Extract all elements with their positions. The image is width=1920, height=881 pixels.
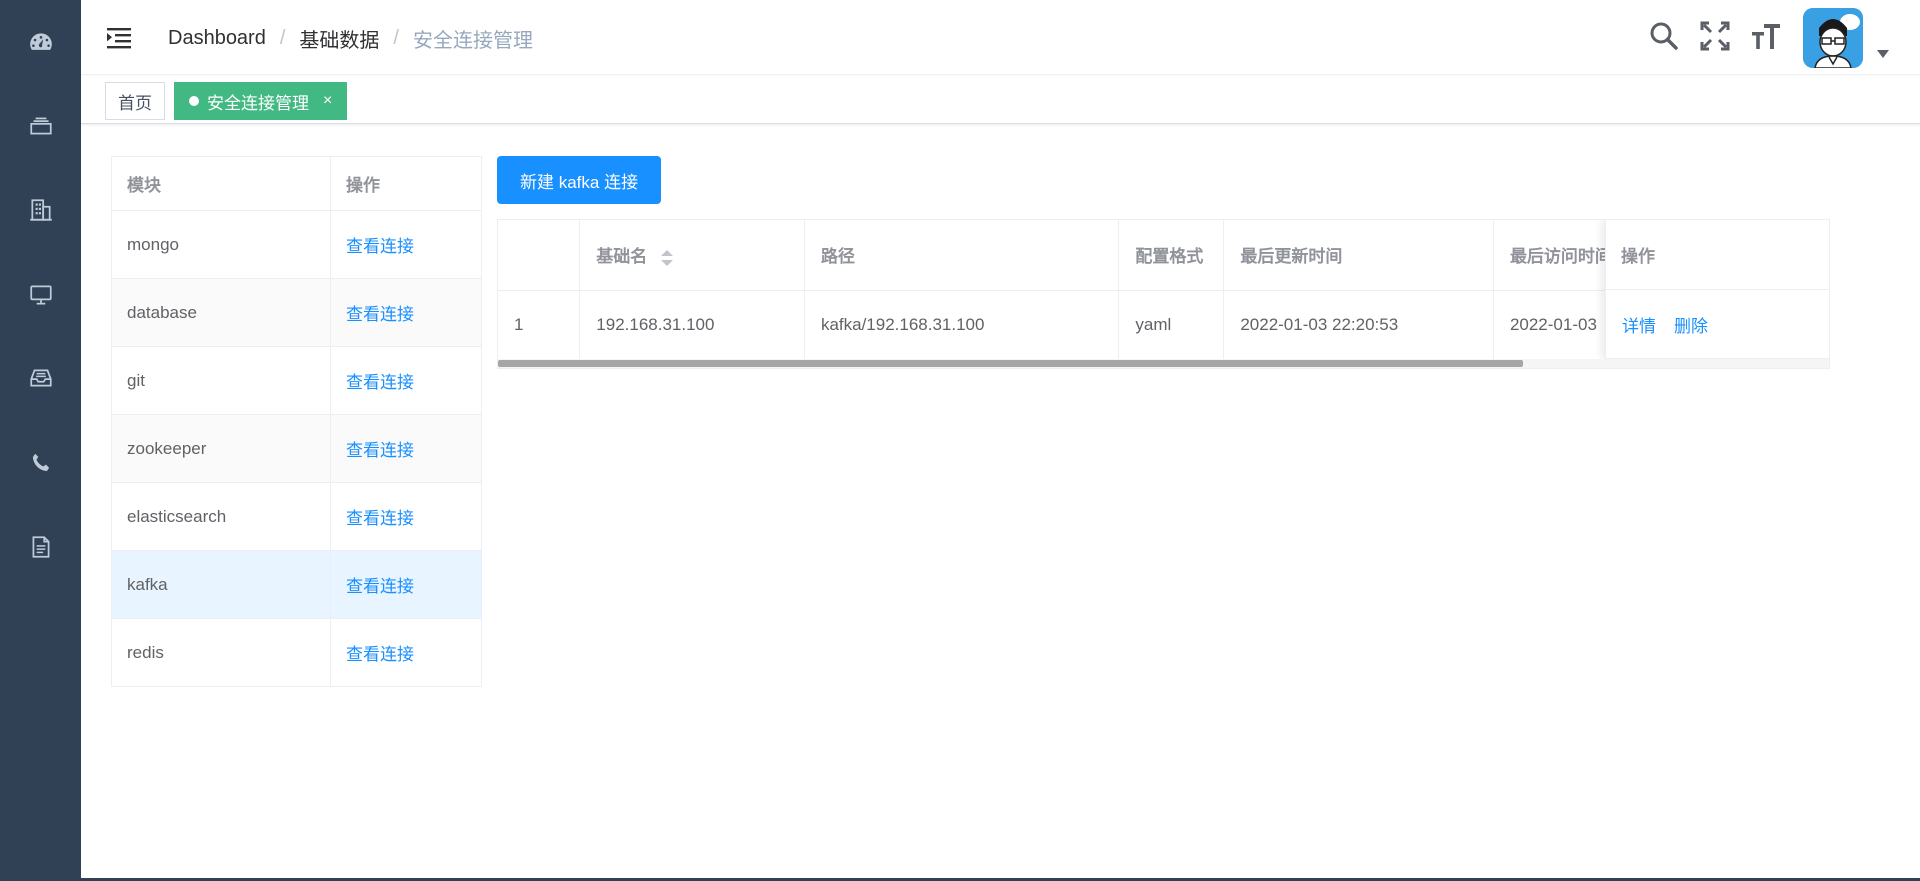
cell-updated: 2022-01-03 22:20:53	[1223, 290, 1494, 360]
hamburger-icon[interactable]	[105, 24, 133, 52]
view-connection-link[interactable]: 查看连接	[346, 441, 414, 460]
table-row[interactable]: zookeeper 查看连接	[111, 414, 482, 483]
view-connection-link[interactable]: 查看连接	[346, 305, 414, 324]
view-connection-link[interactable]: 查看连接	[346, 577, 414, 596]
active-dot-icon	[189, 96, 199, 106]
column-header-index	[498, 220, 581, 291]
column-header-updated: 最后更新时间	[1223, 220, 1494, 291]
breadcrumb-basic-data[interactable]: 基础数据	[299, 24, 379, 53]
search-icon[interactable]	[1648, 20, 1680, 52]
stack-icon	[29, 117, 52, 135]
sidebar-item-monitor[interactable]	[0, 265, 81, 325]
column-header-format: 配置格式	[1118, 220, 1225, 291]
table-row[interactable]: git 查看连接	[111, 346, 482, 415]
module-table: 模块 操作 mongo 查看连接 database 查看连接 git 查看连接 …	[111, 156, 482, 687]
column-header-name[interactable]: 基础名	[579, 220, 805, 291]
chevron-down-icon[interactable]	[1877, 50, 1889, 58]
avatar[interactable]	[1803, 8, 1863, 68]
phone-icon	[32, 453, 49, 472]
tag-security-connection[interactable]: 安全连接管理 ×	[174, 82, 348, 120]
new-kafka-connection-button[interactable]: 新建 kafka 连接	[497, 156, 662, 204]
sidebar-item-stack[interactable]	[0, 96, 81, 156]
monitor-icon	[29, 285, 52, 305]
detail-link[interactable]: 详情	[1622, 312, 1656, 337]
tag-label: 首页	[118, 93, 152, 113]
sort-icon[interactable]	[660, 248, 674, 268]
sidebar-item-inbox[interactable]	[0, 348, 81, 408]
breadcrumb-separator: /	[279, 27, 286, 49]
delete-link[interactable]: 删除	[1674, 312, 1708, 337]
cell-path: kafka/192.168.31.100	[804, 290, 1120, 360]
table-row-selected[interactable]: kafka 查看连接	[111, 550, 482, 619]
table-row[interactable]: elasticsearch 查看连接	[111, 482, 482, 551]
breadcrumb-dashboard[interactable]: Dashboard	[168, 27, 266, 50]
horizontal-scrollbar-thumb[interactable]	[498, 360, 1523, 367]
breadcrumb: Dashboard / 基础数据 / 安全连接管理	[168, 24, 533, 53]
view-connection-link[interactable]: 查看连接	[346, 373, 414, 392]
column-header-action: 操作	[330, 156, 482, 211]
table-row[interactable]: mongo 查看连接	[111, 210, 482, 279]
document-icon	[32, 536, 49, 558]
connection-table: 基础名 路径 配置格式 最后更新时间 最后访问时间 1 192.168.31.1…	[497, 219, 1830, 369]
view-connection-link[interactable]: 查看连接	[346, 509, 414, 528]
sidebar	[0, 0, 81, 881]
close-icon[interactable]: ×	[323, 92, 332, 110]
sidebar-item-building[interactable]	[0, 180, 81, 240]
module-name: git	[111, 346, 331, 415]
sidebar-item-document[interactable]	[0, 517, 81, 577]
column-header-path: 路径	[804, 220, 1120, 291]
view-connection-link[interactable]: 查看连接	[346, 645, 414, 664]
sidebar-item-dashboard[interactable]	[0, 12, 81, 72]
table-row[interactable]: database 查看连接	[111, 278, 482, 347]
avatar-illustration	[1803, 8, 1863, 68]
module-name: database	[111, 278, 331, 347]
breadcrumb-separator: /	[393, 27, 399, 49]
font-size-icon[interactable]	[1750, 20, 1782, 52]
cell-name: 192.168.31.100	[579, 290, 805, 360]
dashboard-icon	[29, 33, 52, 50]
module-name: mongo	[111, 210, 331, 279]
sidebar-item-phone[interactable]	[0, 433, 81, 493]
module-name: zookeeper	[111, 414, 331, 483]
tags-view: 首页 安全连接管理 ×	[81, 76, 1920, 124]
inbox-icon	[29, 369, 52, 387]
action-cell: 详情 删除	[1606, 290, 1829, 359]
cell-index: 1	[498, 290, 581, 360]
tag-label: 安全连接管理	[207, 93, 309, 113]
table-header-row: 模块 操作	[111, 156, 482, 211]
fixed-action-column: 操作 详情 删除	[1605, 220, 1829, 359]
column-header-action: 操作	[1606, 220, 1829, 290]
tag-home[interactable]: 首页	[105, 82, 165, 120]
module-name: kafka	[111, 550, 331, 619]
building-icon	[29, 199, 52, 221]
column-header-name-label: 基础名	[596, 246, 648, 266]
module-name: elasticsearch	[111, 482, 331, 551]
view-connection-link[interactable]: 查看连接	[346, 237, 414, 256]
column-header-module: 模块	[111, 156, 331, 211]
cell-format: yaml	[1118, 290, 1225, 360]
table-row[interactable]: redis 查看连接	[111, 618, 482, 687]
module-name: redis	[111, 618, 331, 687]
breadcrumb-current: 安全连接管理	[412, 30, 533, 52]
fullscreen-icon[interactable]	[1699, 20, 1731, 52]
navbar: Dashboard / 基础数据 / 安全连接管理	[81, 0, 1920, 75]
